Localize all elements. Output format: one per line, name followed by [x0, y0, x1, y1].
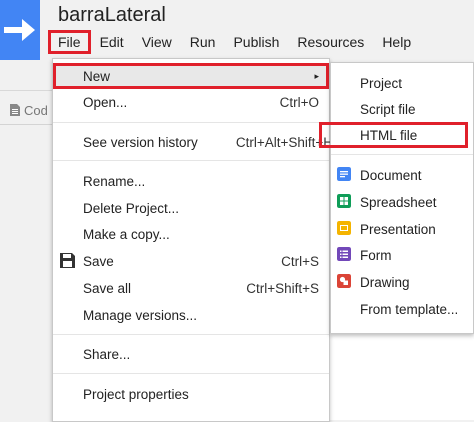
save-all-shortcut: Ctrl+Shift+S	[246, 280, 319, 296]
make-copy-label: Make a copy...	[83, 226, 170, 242]
file-menu-delete-project[interactable]: Delete Project...	[53, 195, 329, 221]
menu-divider	[53, 334, 329, 335]
form-label: Form	[360, 247, 392, 263]
new-script-file[interactable]: Script file	[331, 96, 473, 122]
menu-bar: File Edit View Run Publish Resources Hel…	[48, 30, 420, 54]
new-presentation[interactable]: Presentation	[331, 216, 473, 242]
file-menu: New ▸ Open... Ctrl+O See version history…	[52, 58, 333, 422]
file-sidebar	[0, 91, 52, 420]
file-menu-project-properties[interactable]: Project properties	[53, 381, 329, 407]
menu-divider	[53, 160, 329, 161]
file-icon	[10, 104, 20, 116]
presentation-label: Presentation	[360, 221, 436, 237]
manage-versions-label: Manage versions...	[83, 307, 198, 323]
file-menu-new[interactable]: New ▸	[53, 63, 329, 89]
file-menu-version-history[interactable]: See version history Ctrl+Alt+Shift+H	[53, 129, 333, 155]
file-menu-share[interactable]: Share...	[53, 341, 329, 367]
save-label: Save	[83, 253, 114, 269]
open-label: Open...	[83, 94, 128, 110]
form-icon	[337, 247, 351, 261]
drawing-icon	[337, 274, 351, 288]
from-template-label: From template...	[360, 301, 459, 317]
project-title[interactable]: barraLateral	[58, 4, 166, 27]
new-label: New	[83, 68, 111, 84]
file-menu-manage-versions[interactable]: Manage versions...	[53, 302, 329, 328]
new-document[interactable]: Document	[331, 162, 473, 188]
share-label: Share...	[83, 346, 131, 362]
menu-divider	[53, 122, 329, 123]
menu-file[interactable]: File	[48, 30, 91, 54]
menu-edit[interactable]: Edit	[91, 30, 133, 54]
document-label: Document	[360, 167, 422, 183]
arrow-right-icon	[4, 19, 35, 41]
save-all-label: Save all	[83, 280, 132, 296]
menu-resources[interactable]: Resources	[288, 30, 373, 54]
open-shortcut: Ctrl+O	[279, 94, 319, 110]
save-icon	[60, 253, 75, 268]
save-shortcut: Ctrl+S	[281, 253, 319, 269]
spreadsheet-label: Spreadsheet	[360, 194, 437, 210]
file-menu-rename[interactable]: Rename...	[53, 168, 329, 194]
new-drawing[interactable]: Drawing	[331, 269, 473, 295]
presentation-icon	[337, 221, 351, 235]
new-html-file[interactable]: HTML file	[319, 122, 468, 148]
file-menu-make-copy[interactable]: Make a copy...	[53, 221, 329, 247]
menu-divider	[53, 373, 329, 374]
submenu-arrow-icon: ▸	[314, 70, 319, 81]
menu-run[interactable]: Run	[181, 30, 225, 54]
project-properties-label: Project properties	[83, 386, 189, 402]
document-icon	[337, 167, 351, 181]
new-submenu: Project Script file HTML file Document S…	[319, 62, 474, 334]
file-menu-open[interactable]: Open... Ctrl+O	[53, 89, 329, 115]
drawing-label: Drawing	[360, 274, 410, 290]
code-file-tab[interactable]: Cod	[0, 96, 52, 125]
file-menu-save-all[interactable]: Save all Ctrl+Shift+S	[53, 275, 329, 301]
file-menu-save[interactable]: Save Ctrl+S	[53, 248, 329, 274]
menu-publish[interactable]: Publish	[224, 30, 288, 54]
version-history-label: See version history	[83, 134, 198, 150]
apps-script-logo[interactable]	[0, 0, 40, 60]
submenu-divider	[331, 154, 473, 155]
html-file-label: HTML file	[360, 127, 418, 143]
new-spreadsheet[interactable]: Spreadsheet	[331, 189, 473, 215]
spreadsheet-icon	[337, 194, 351, 208]
script-file-label: Script file	[360, 101, 416, 117]
menu-view[interactable]: View	[133, 30, 181, 54]
rename-label: Rename...	[83, 173, 146, 189]
new-project[interactable]: Project	[331, 70, 473, 96]
code-tab-label: Cod	[24, 102, 48, 118]
menu-help[interactable]: Help	[373, 30, 420, 54]
delete-project-label: Delete Project...	[83, 200, 180, 216]
new-from-template[interactable]: From template...	[331, 296, 473, 322]
project-label: Project	[360, 75, 403, 91]
new-form[interactable]: Form	[331, 242, 473, 268]
